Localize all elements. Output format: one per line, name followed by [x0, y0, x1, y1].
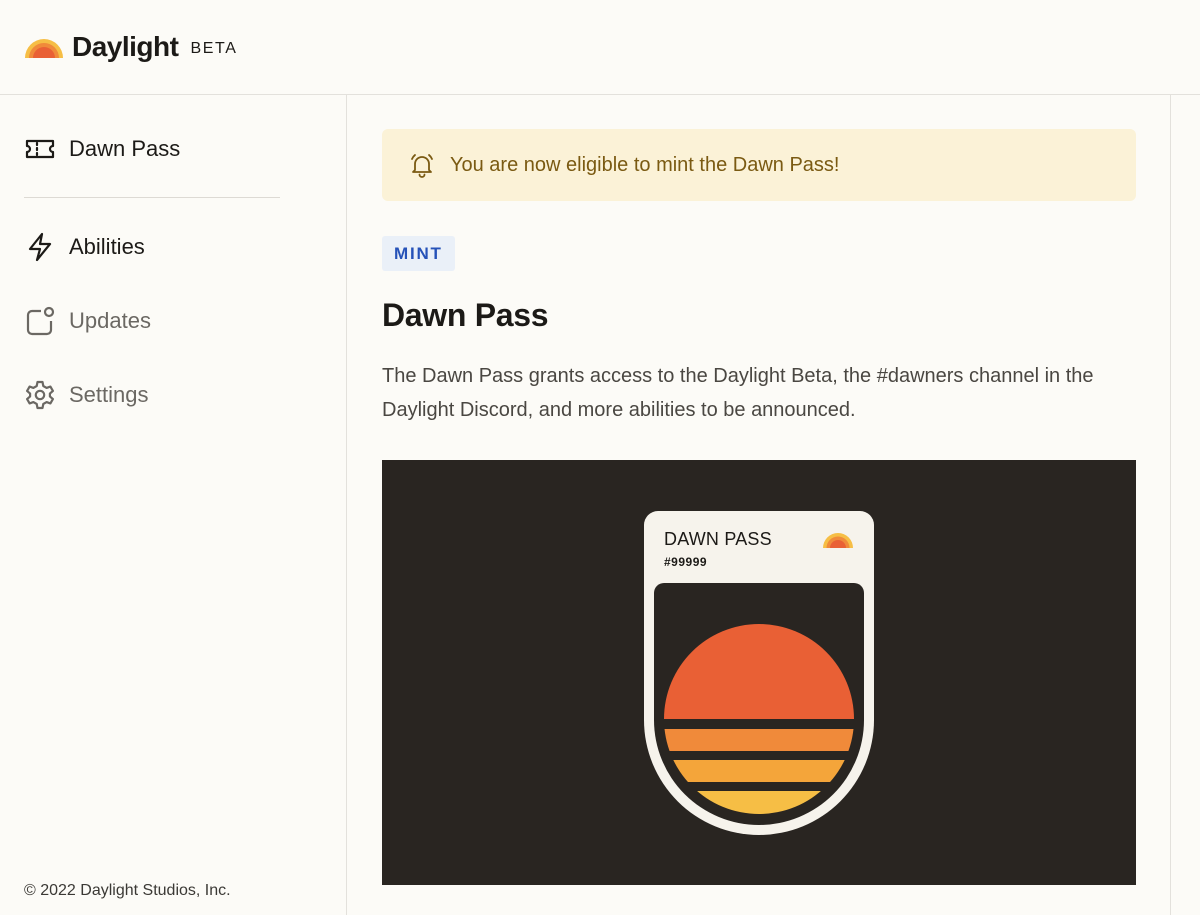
banner-text: You are now eligible to mint the Dawn Pa… [450, 153, 840, 176]
dawn-pass-hero-image: DAWN PASS #99999 [382, 460, 1136, 885]
sidebar-divider [24, 197, 280, 198]
pass-card-title: DAWN PASS [664, 529, 772, 549]
sidebar: Dawn Pass Abilities Updates Settings © 2… [0, 95, 347, 915]
sunset-artwork [654, 583, 864, 825]
page-title: Dawn Pass [382, 297, 549, 333]
copyright-footer: © 2022 Daylight Studios, Inc. [24, 882, 231, 899]
sidebar-item-settings[interactable]: Settings [24, 375, 149, 415]
beta-badge: BETA [190, 40, 238, 57]
sidebar-item-updates[interactable]: Updates [24, 301, 151, 341]
sidebar-item-label: Settings [69, 382, 149, 407]
pass-card-number: #99999 [664, 555, 708, 569]
bell-icon [411, 154, 433, 178]
mint-tag: MINT [382, 236, 455, 271]
gear-icon [26, 380, 54, 410]
sidebar-item-label: Updates [69, 308, 151, 333]
right-divider [1170, 95, 1171, 915]
sunrise-logo-icon[interactable] [24, 35, 64, 59]
sidebar-item-dawn-pass[interactable]: Dawn Pass [24, 129, 180, 169]
eligibility-banner: You are now eligible to mint the Dawn Pa… [382, 129, 1136, 201]
pass-description: The Dawn Pass grants access to the Dayli… [382, 365, 1094, 421]
ticket-icon [25, 139, 55, 159]
sunrise-logo-icon [823, 533, 853, 548]
sidebar-item-abilities[interactable]: Abilities [24, 227, 145, 267]
dawn-pass-card: DAWN PASS #99999 [644, 511, 874, 835]
sidebar-item-label: Dawn Pass [69, 136, 181, 161]
lightning-icon [28, 232, 52, 262]
sidebar-item-label: Abilities [69, 234, 145, 259]
app-header: Daylight BETA [0, 0, 1200, 95]
brand-name[interactable]: Daylight [72, 31, 179, 63]
notification-square-icon [26, 306, 55, 336]
